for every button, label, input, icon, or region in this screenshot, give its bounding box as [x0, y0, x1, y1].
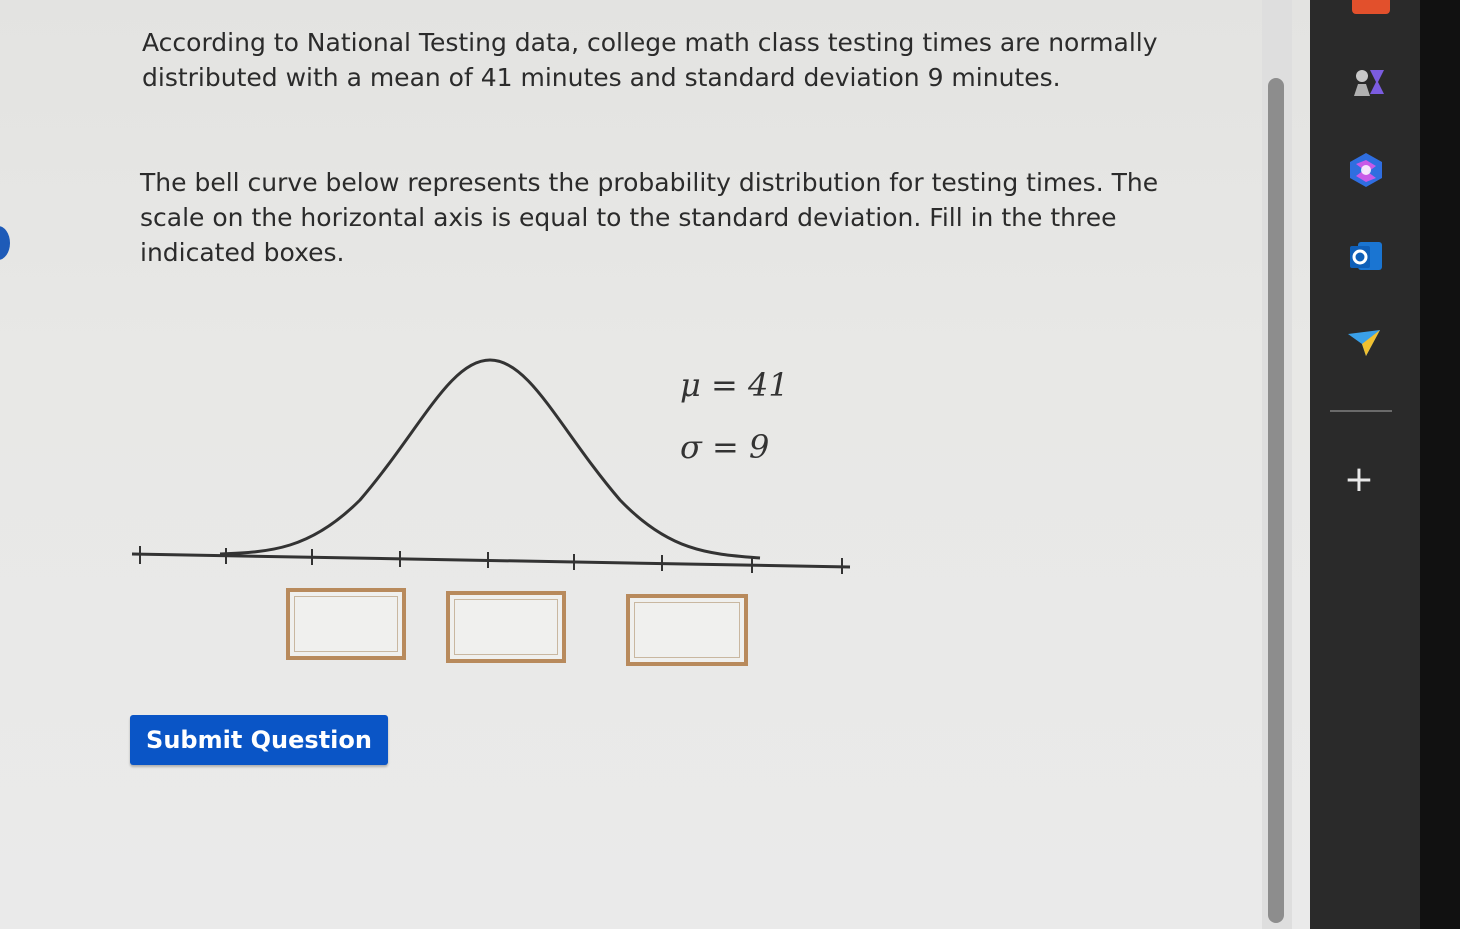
question-instruction-text: The bell curve below represents the prob…	[140, 168, 1159, 267]
bell-curve	[219, 358, 761, 560]
submit-question-button[interactable]: Submit Question	[130, 715, 388, 765]
answer-box-1[interactable]	[286, 588, 406, 660]
answer-box-2[interactable]	[446, 591, 566, 663]
answer-box-3[interactable]	[626, 594, 748, 666]
add-sidebar-app-button[interactable]: +	[1336, 458, 1382, 504]
scrollbar-thumb[interactable]	[1268, 78, 1284, 923]
screen-bezel	[1420, 0, 1460, 929]
bell-curve-graph: μ = 41 σ = 9	[131, 358, 851, 574]
sigma-label: σ = 9	[680, 428, 769, 466]
games-icon[interactable]	[1348, 62, 1388, 102]
mu-label: μ = 41	[680, 366, 789, 404]
question-intro-text: According to National Testing data, coll…	[142, 28, 1158, 92]
send-icon[interactable]	[1344, 322, 1384, 362]
copilot-icon[interactable]	[1346, 150, 1386, 190]
question-indicator[interactable]	[0, 226, 10, 260]
question-page: According to National Testing data, coll…	[0, 0, 1310, 929]
outlook-icon[interactable]	[1346, 236, 1386, 276]
sidebar-divider	[1330, 410, 1392, 412]
app-icon[interactable]	[1352, 0, 1390, 14]
